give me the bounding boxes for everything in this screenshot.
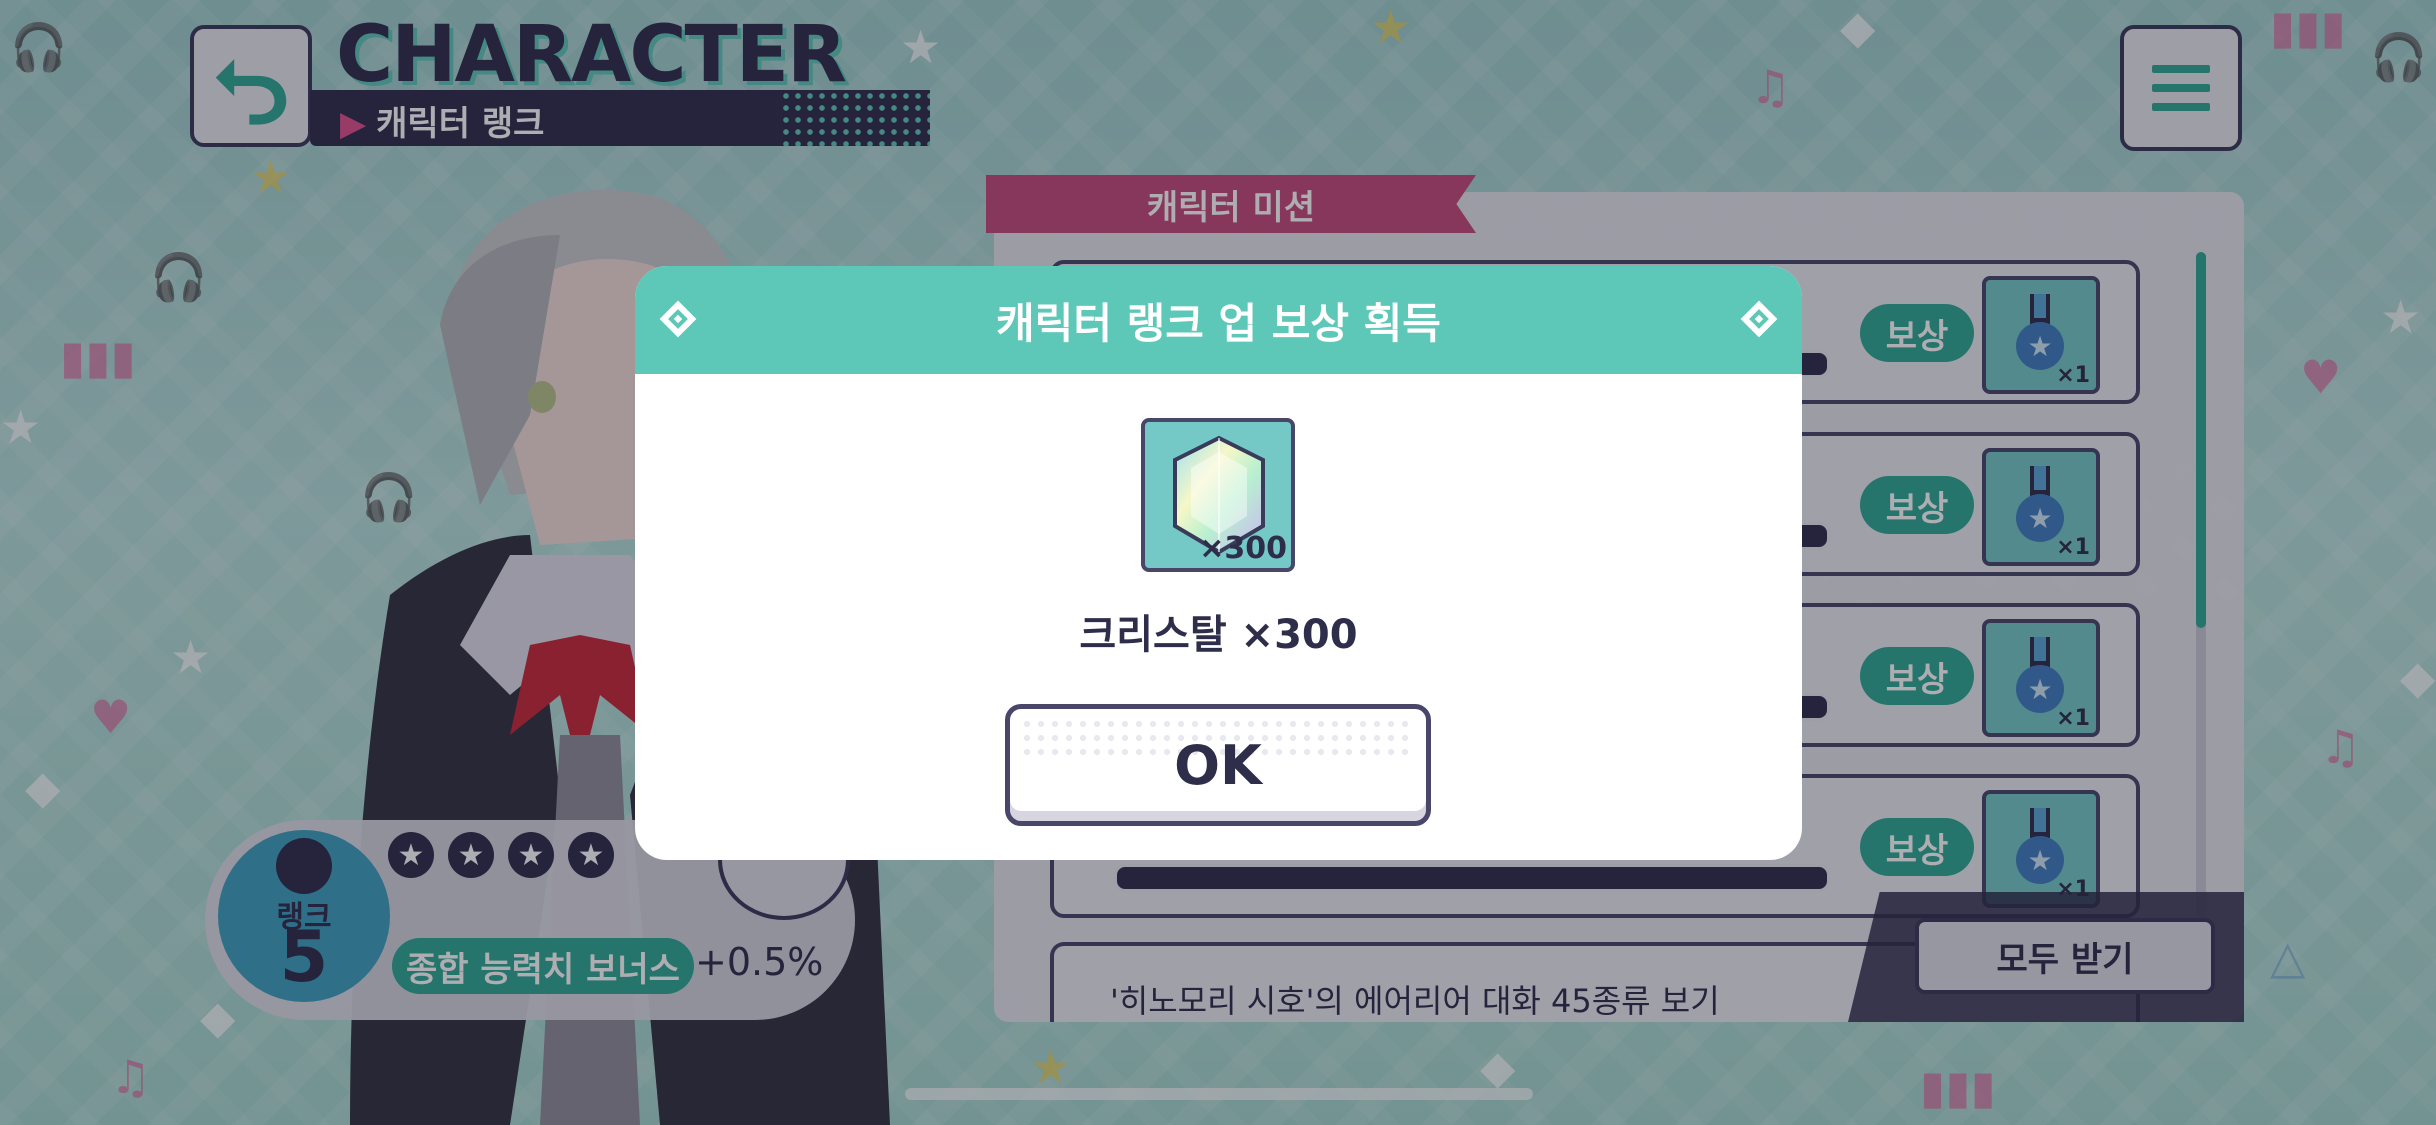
ok-button-label: OK: [1174, 733, 1262, 797]
diamond-icon: [1740, 300, 1778, 338]
modal-title: 캐릭터 랭크 업 보상 획득: [996, 298, 1441, 348]
ok-button[interactable]: OK: [1005, 704, 1431, 826]
reward-item-name: 크리스탈 ×300: [1079, 612, 1358, 658]
reward-modal: 캐릭터 랭크 업 보상 획득 ×300 크리스탈 ×300 OK: [635, 266, 1802, 860]
crystal-item: ×300: [1141, 418, 1295, 572]
modal-header: 캐릭터 랭크 업 보상 획득: [635, 266, 1802, 374]
crystal-qty: ×300: [1199, 531, 1287, 566]
diamond-icon: [659, 300, 697, 338]
